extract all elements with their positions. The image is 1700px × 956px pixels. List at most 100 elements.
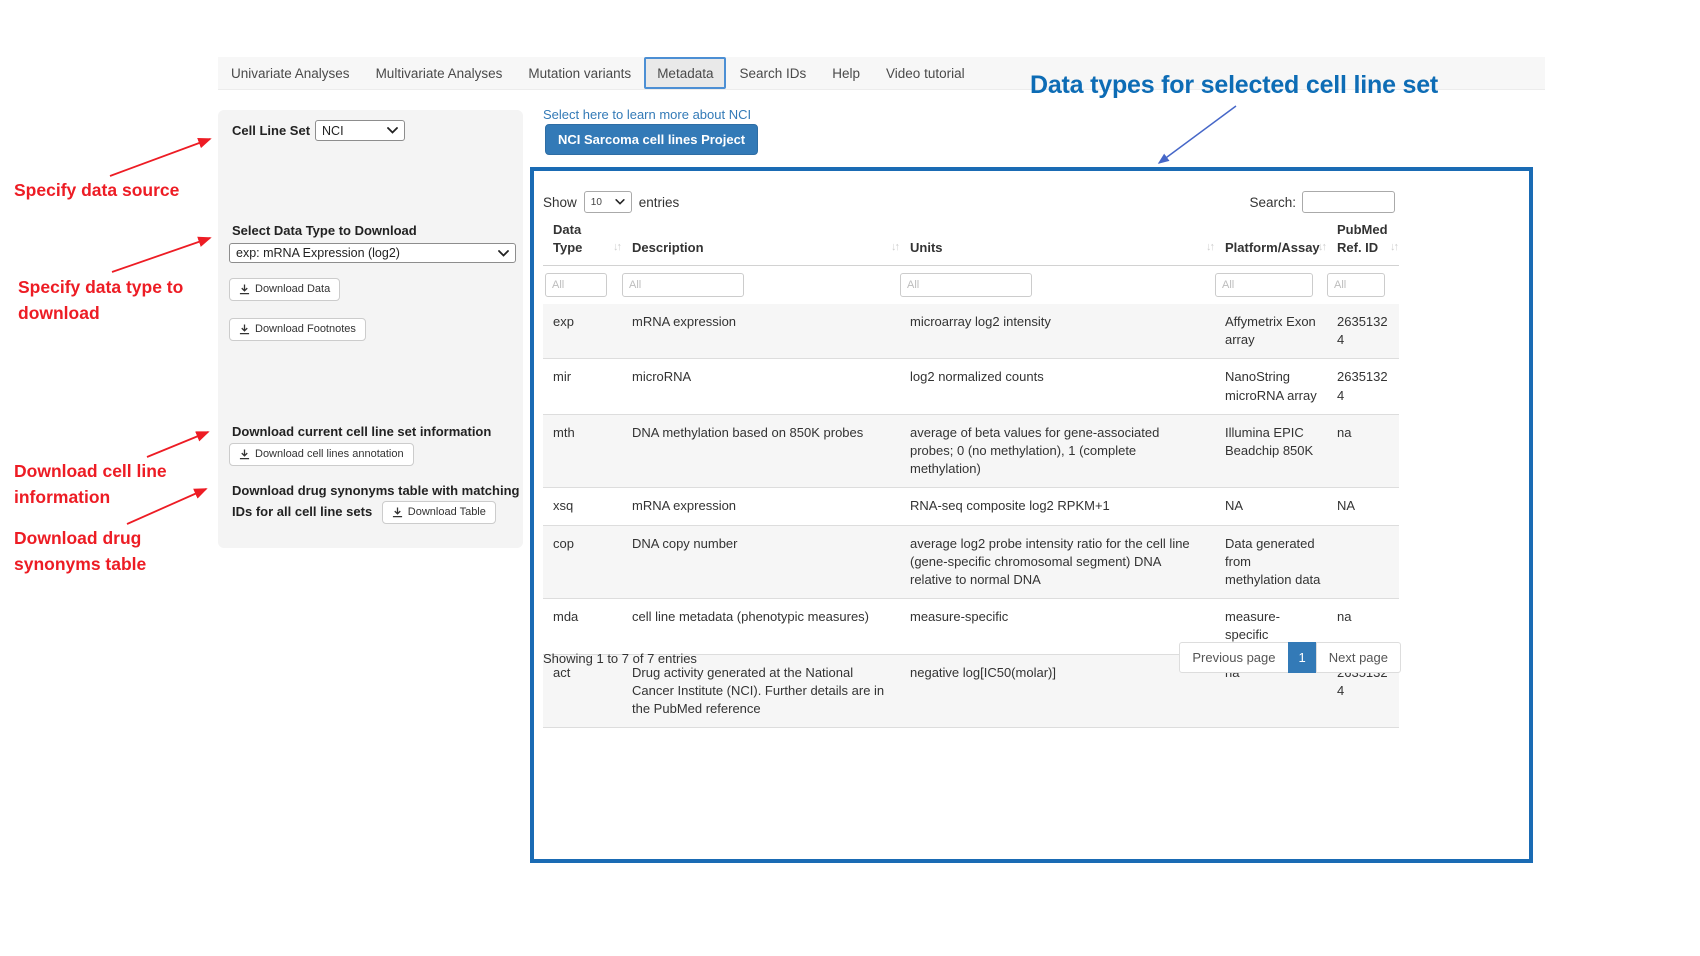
page-1-button[interactable]: 1 bbox=[1288, 642, 1317, 673]
header-label: Data Type bbox=[553, 222, 582, 255]
sort-icon[interactable]: ↓↑ bbox=[613, 240, 620, 255]
sort-icon[interactable]: ↓↑ bbox=[891, 240, 898, 255]
tab-metadata[interactable]: Metadata bbox=[644, 57, 726, 89]
header-pubmed-ref-id[interactable]: PubMed Ref. ID↓↑ bbox=[1327, 213, 1399, 266]
show-entries-control: Show 10 entries bbox=[543, 191, 679, 213]
header-platform-assay[interactable]: Platform/Assay↓↑ bbox=[1215, 213, 1327, 266]
cell-platform: NanoString microRNA array bbox=[1215, 359, 1327, 414]
header-label: Description bbox=[632, 240, 704, 255]
page-size-select[interactable]: 10 bbox=[584, 191, 632, 213]
cell-pubmed: na bbox=[1327, 414, 1399, 488]
red-arrow-data-source bbox=[110, 139, 210, 176]
filter-input-description[interactable] bbox=[622, 273, 744, 297]
blue-arrow-table bbox=[1159, 106, 1236, 163]
show-label: Show bbox=[543, 195, 577, 210]
cell-units: RNA-seq composite log2 RPKM+1 bbox=[900, 488, 1215, 525]
annotation-specify-data-type: Specify data type to download bbox=[18, 275, 183, 327]
drug-synonyms-heading: Download drug synonyms table with matchi… bbox=[232, 481, 520, 524]
learn-more-link[interactable]: Select here to learn more about NCI bbox=[543, 107, 751, 122]
cell-units: log2 normalized counts bbox=[900, 359, 1215, 414]
download-icon bbox=[239, 449, 250, 460]
cell-platform: NA bbox=[1215, 488, 1327, 525]
tab-univariate-analyses[interactable]: Univariate Analyses bbox=[218, 57, 363, 89]
download-data-label: Download Data bbox=[255, 283, 330, 296]
cell-description: DNA copy number bbox=[622, 525, 900, 599]
search-label: Search: bbox=[1249, 195, 1296, 210]
sort-icon[interactable]: ↓↑ bbox=[1390, 240, 1397, 255]
filter-input-data-type[interactable] bbox=[545, 273, 607, 297]
cell-data-type: xsq bbox=[543, 488, 622, 525]
red-arrow-cell-line-info bbox=[147, 432, 208, 457]
cell-description: DNA methylation based on 850K probes bbox=[622, 414, 900, 488]
header-label: Platform/Assay bbox=[1225, 240, 1320, 255]
page: Univariate Analyses Multivariate Analyse… bbox=[0, 0, 1700, 956]
tab-multivariate-analyses[interactable]: Multivariate Analyses bbox=[363, 57, 516, 89]
data-type-select[interactable]: exp: mRNA Expression (log2) bbox=[229, 243, 516, 263]
header-data-type[interactable]: Data Type ↓↑ bbox=[543, 213, 622, 266]
search-input[interactable] bbox=[1302, 191, 1395, 213]
red-arrow-data-type bbox=[112, 238, 210, 272]
annotation-download-drug-synonyms: Download drug synonyms table bbox=[14, 526, 146, 578]
cell-pubmed: 26351324 bbox=[1327, 304, 1399, 359]
cell-pubmed bbox=[1327, 525, 1399, 599]
cell-units: average of beta values for gene-associat… bbox=[900, 414, 1215, 488]
page-size-value: 10 bbox=[591, 197, 602, 208]
download-icon bbox=[239, 284, 250, 295]
filter-input-pubmed[interactable] bbox=[1327, 273, 1385, 297]
table-row: mth DNA methylation based on 850K probes… bbox=[543, 414, 1399, 488]
cell-pubmed: NA bbox=[1327, 488, 1399, 525]
cell-data-type: exp bbox=[543, 304, 622, 359]
cell-data-type: cop bbox=[543, 525, 622, 599]
sort-icon[interactable]: ↓↑ bbox=[1318, 240, 1325, 255]
download-table-button[interactable]: Download Table bbox=[382, 501, 496, 524]
table-row: xsq mRNA expression RNA-seq composite lo… bbox=[543, 488, 1399, 525]
cell-line-set-select[interactable]: NCI bbox=[315, 120, 405, 141]
data-type-value: exp: mRNA Expression (log2) bbox=[236, 246, 400, 260]
sort-icon[interactable]: ↓↑ bbox=[1206, 240, 1213, 255]
filter-input-units[interactable] bbox=[900, 273, 1032, 297]
cell-platform: Affymetrix Exon array bbox=[1215, 304, 1327, 359]
previous-page-button[interactable]: Previous page bbox=[1179, 642, 1288, 673]
tab-mutation-variants[interactable]: Mutation variants bbox=[515, 57, 644, 89]
download-icon bbox=[239, 324, 250, 335]
annotation-download-cell-line-info: Download cell line information bbox=[14, 459, 167, 511]
download-cell-lines-annotation-button[interactable]: Download cell lines annotation bbox=[229, 443, 414, 466]
download-table-label: Download Table bbox=[408, 506, 486, 519]
filter-input-platform[interactable] bbox=[1215, 273, 1313, 297]
header-label: PubMed Ref. ID bbox=[1337, 222, 1388, 255]
download-icon bbox=[392, 507, 403, 518]
cell-units: average log2 probe intensity ratio for t… bbox=[900, 525, 1215, 599]
tab-search-ids[interactable]: Search IDs bbox=[726, 57, 819, 89]
table-info: Showing 1 to 7 of 7 entries bbox=[543, 642, 697, 666]
tab-help[interactable]: Help bbox=[819, 57, 873, 89]
cell-line-set-row: Cell Line Set NCI bbox=[232, 120, 405, 141]
cell-description: mRNA expression bbox=[622, 304, 900, 359]
nci-sarcoma-project-button[interactable]: NCI Sarcoma cell lines Project bbox=[545, 124, 758, 155]
entries-label: entries bbox=[639, 195, 680, 210]
table-filter-row bbox=[543, 266, 1399, 305]
header-description[interactable]: Description ↓↑ bbox=[622, 213, 900, 266]
chevron-down-icon bbox=[498, 250, 509, 257]
data-type-label: Select Data Type to Download bbox=[232, 223, 417, 238]
annotation-specify-data-source: Specify data source bbox=[14, 178, 179, 204]
table-header-row: Data Type ↓↑ Description ↓↑ Units ↓↑ Platfo… bbox=[543, 213, 1399, 266]
pagination: Previous page 1 Next page bbox=[1179, 642, 1401, 673]
table-footer: Showing 1 to 7 of 7 entries Previous pag… bbox=[543, 642, 1401, 673]
table-row: mir microRNA log2 normalized counts Nano… bbox=[543, 359, 1399, 414]
cell-data-type: mir bbox=[543, 359, 622, 414]
cell-line-set-label: Cell Line Set bbox=[232, 123, 310, 138]
chevron-down-icon bbox=[387, 127, 398, 134]
annotation-heading: Data types for selected cell line set bbox=[1030, 71, 1438, 100]
download-footnotes-button[interactable]: Download Footnotes bbox=[229, 318, 366, 341]
tab-video-tutorial[interactable]: Video tutorial bbox=[873, 57, 978, 89]
search-control: Search: bbox=[1249, 191, 1395, 213]
download-data-button[interactable]: Download Data bbox=[229, 278, 340, 301]
download-control-panel: Cell Line Set NCI Select Data Type to Do… bbox=[218, 110, 523, 548]
cell-description: mRNA expression bbox=[622, 488, 900, 525]
header-units[interactable]: Units ↓↑ bbox=[900, 213, 1215, 266]
cell-line-set-value: NCI bbox=[322, 124, 344, 138]
download-annotation-label: Download cell lines annotation bbox=[255, 448, 404, 461]
header-label: Units bbox=[910, 240, 943, 255]
cell-platform: Illumina EPIC Beadchip 850K bbox=[1215, 414, 1327, 488]
next-page-button[interactable]: Next page bbox=[1316, 642, 1401, 673]
